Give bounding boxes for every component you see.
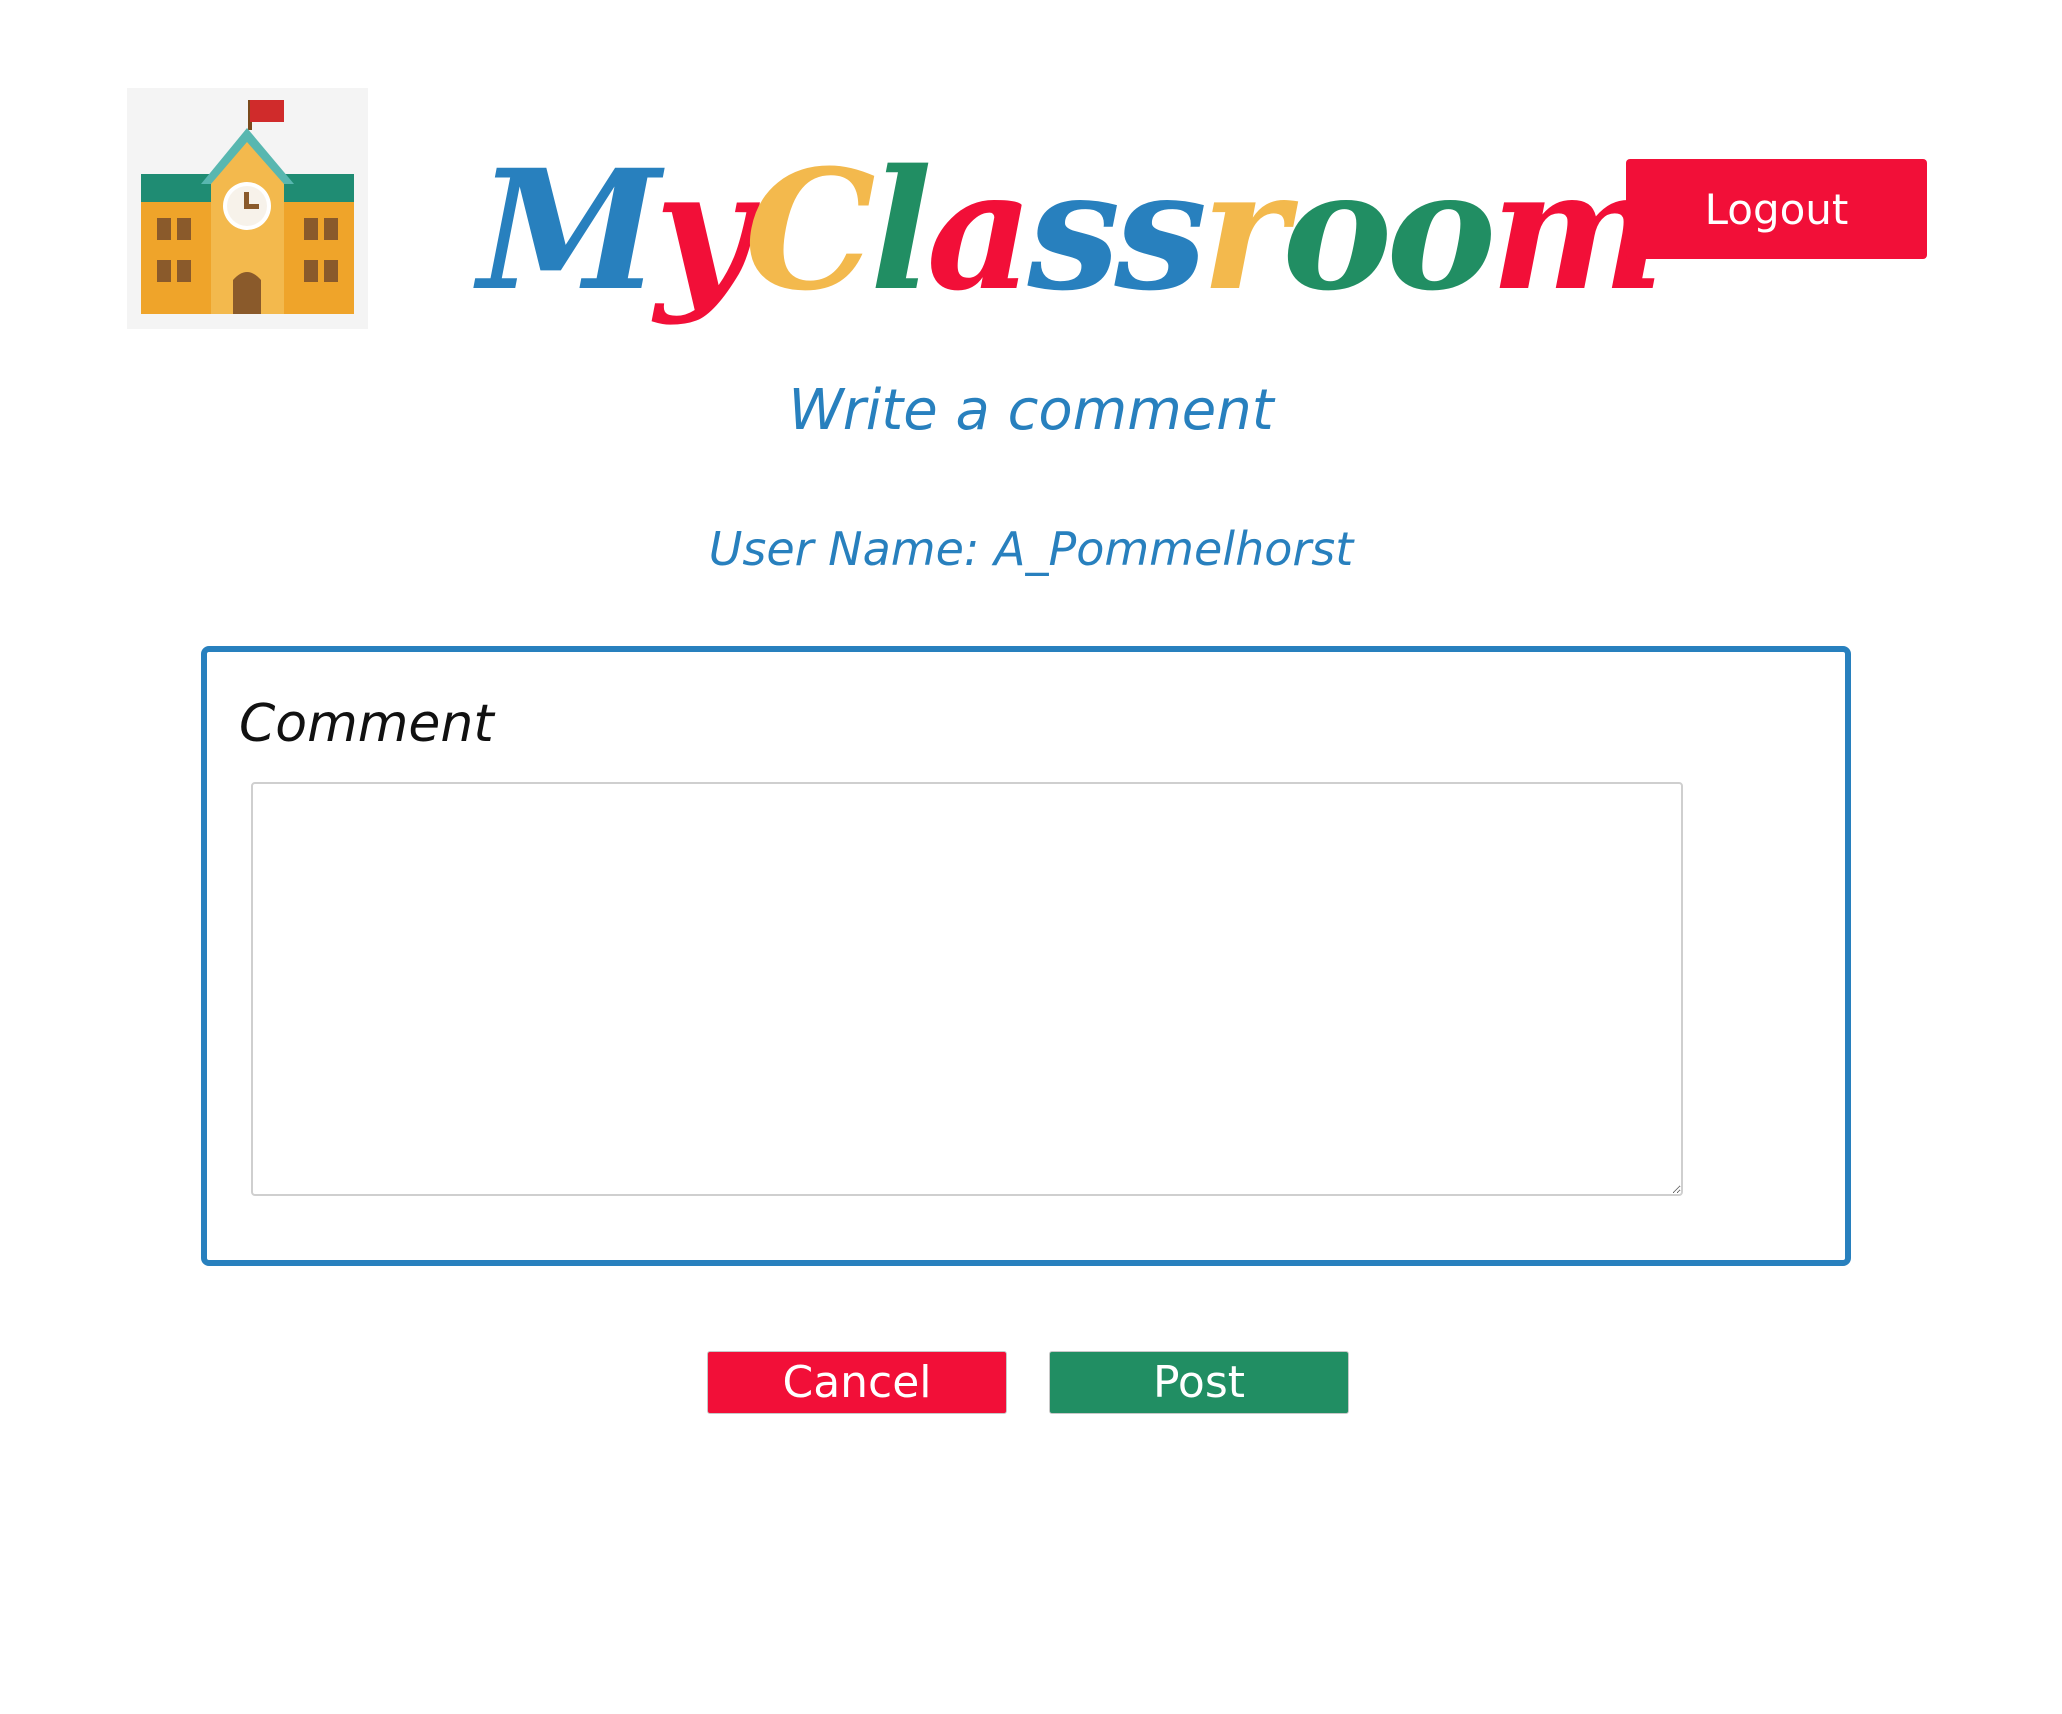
user-name-line: User Name: A_Pommelhorst <box>0 522 2062 576</box>
brand-letter: o <box>1282 133 1392 327</box>
brand-letter: a <box>926 133 1034 327</box>
cancel-button[interactable]: Cancel <box>707 1351 1007 1414</box>
comment-textarea[interactable] <box>251 782 1683 1196</box>
user-name-label: User Name: <box>708 522 980 576</box>
comment-panel: Comment <box>201 646 1851 1266</box>
brand-letter: o <box>1386 133 1496 327</box>
comment-label: Comment <box>239 694 494 754</box>
brand-letter: y <box>654 133 751 327</box>
brand-letter: l <box>869 133 933 327</box>
user-name-value: A_Pommelhorst <box>994 522 1354 576</box>
app-brand-title: MyClassroom <box>478 110 1665 350</box>
logout-button[interactable]: Logout <box>1626 159 1927 259</box>
brand-letter: r <box>1201 133 1288 327</box>
school-logo <box>127 88 368 329</box>
brand-letter: M <box>478 133 661 327</box>
page-title: Write a comment <box>788 378 1274 443</box>
brand-letter: s <box>1114 133 1207 327</box>
school-building-icon <box>141 100 354 314</box>
post-button[interactable]: Post <box>1049 1351 1349 1414</box>
brand-letter: s <box>1027 133 1120 327</box>
brand-letter: C <box>744 133 876 327</box>
